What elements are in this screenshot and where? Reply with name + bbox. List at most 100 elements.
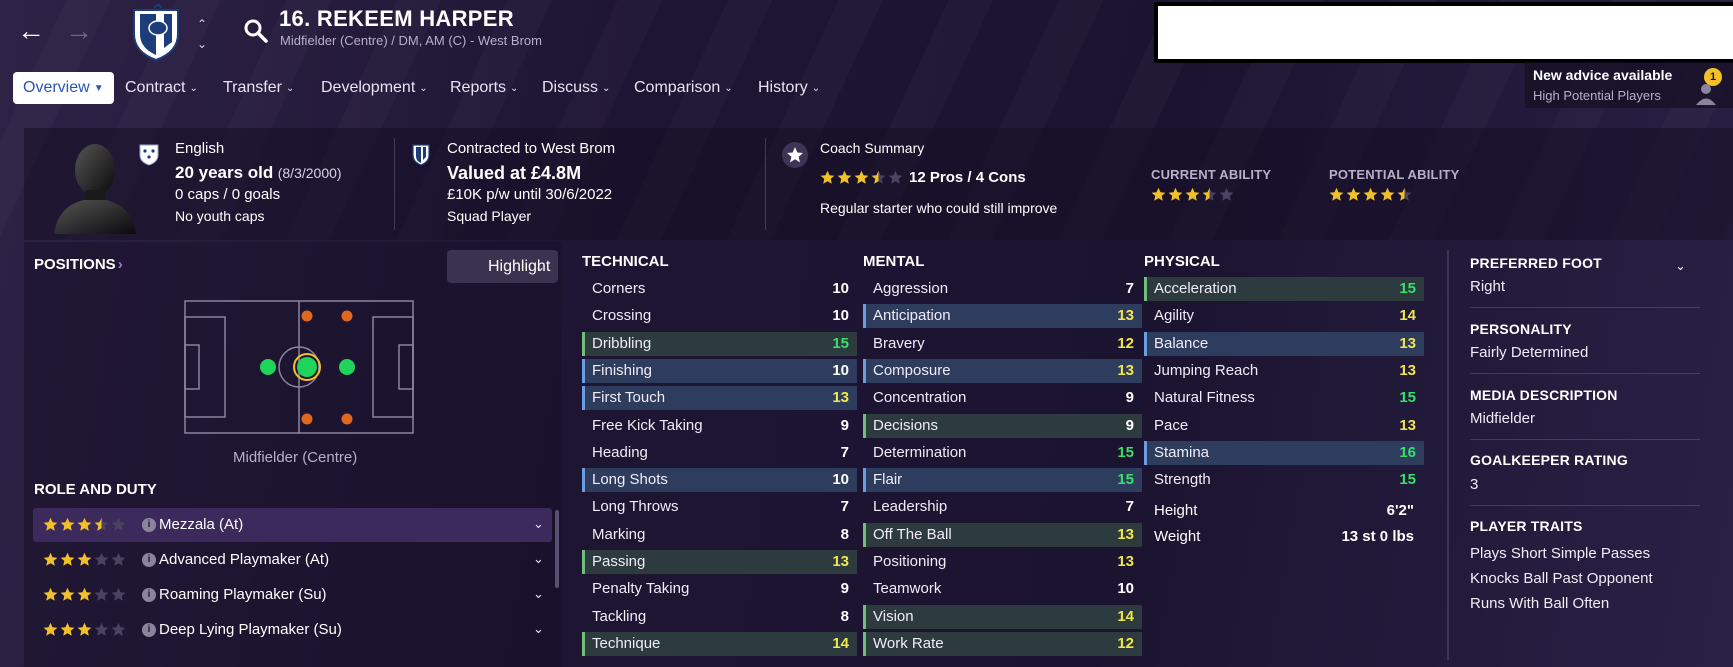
- attribute-row-penalty-taking[interactable]: Penalty Taking 9: [582, 577, 857, 601]
- attribute-row-agility[interactable]: Agility 14: [1144, 304, 1424, 328]
- info-icon[interactable]: i: [142, 518, 156, 532]
- player-trait[interactable]: Runs With Ball Often: [1470, 595, 1609, 612]
- attribute-row-passing[interactable]: Passing 13: [582, 550, 857, 574]
- attribute-value: 9: [1125, 416, 1134, 434]
- player-trait[interactable]: Plays Short Simple Passes: [1470, 545, 1650, 562]
- role-row-mezzala[interactable]: i Mezzala (At) ⌄: [33, 508, 552, 542]
- attribute-row-composure[interactable]: Composure 13: [863, 358, 1142, 383]
- attribute-row-corners[interactable]: Corners 10: [582, 277, 857, 301]
- chevron-down-icon[interactable]: ⌄: [533, 551, 544, 567]
- chevron-up-icon[interactable]: ⌃: [192, 14, 212, 34]
- star-icon: [1168, 187, 1183, 201]
- attribute-row-anticipation[interactable]: Anticipation 13: [863, 304, 1142, 329]
- attribute-row-dribbling[interactable]: Dribbling 15: [582, 331, 857, 356]
- attribute-row-bravery[interactable]: Bravery 12: [863, 332, 1142, 356]
- attribute-row-first-touch[interactable]: First Touch 13: [582, 386, 857, 411]
- attribute-name: Finishing: [592, 361, 653, 379]
- attribute-row-off-the-ball[interactable]: Off The Ball 13: [863, 522, 1142, 547]
- attribute-value: 13: [1117, 307, 1134, 325]
- attribute-row-free-kick-taking[interactable]: Free Kick Taking 9: [582, 414, 857, 438]
- star-icon: [1202, 187, 1217, 201]
- chevron-down-icon[interactable]: ⌄: [192, 34, 212, 54]
- tab-discuss[interactable]: Discuss ⌄: [542, 72, 610, 104]
- attribute-row-vision[interactable]: Vision 14: [863, 604, 1142, 629]
- advice-notification[interactable]: New advice available High Potential Play…: [1525, 62, 1733, 108]
- attribute-row-long-shots[interactable]: Long Shots 10: [582, 468, 857, 493]
- attribute-value: 13: [1399, 361, 1416, 379]
- chevron-down-icon[interactable]: ⌄: [533, 586, 544, 602]
- chevron-down-icon[interactable]: ⌄: [533, 516, 544, 532]
- arrow-right-icon[interactable]: →: [62, 14, 96, 48]
- attribute-row-jumping-reach[interactable]: Jumping Reach 13: [1144, 359, 1424, 383]
- tab-comparison[interactable]: Comparison ⌄: [634, 72, 733, 104]
- goalkeeper-rating-title: GOALKEEPER RATING: [1470, 452, 1628, 468]
- attribute-name: Natural Fitness: [1154, 389, 1255, 407]
- divider: [1470, 373, 1700, 374]
- star-icon: [94, 552, 109, 566]
- attribute-row-acceleration[interactable]: Acceleration 15: [1144, 277, 1424, 301]
- roles-scrollbar[interactable]: [555, 510, 559, 588]
- attribute-row-positioning[interactable]: Positioning 13: [863, 550, 1142, 574]
- pros-cons[interactable]: 12 Pros / 4 Cons: [909, 169, 1026, 186]
- info-icon[interactable]: i: [142, 588, 156, 602]
- chevron-down-icon[interactable]: ⌄: [1675, 258, 1686, 274]
- player-name: 16. REKEEM HARPER: [279, 6, 514, 31]
- attribute-row-determination[interactable]: Determination 15: [863, 441, 1142, 465]
- position-dot-mr: [301, 413, 313, 425]
- attribute-row-technique[interactable]: Technique 14: [582, 631, 857, 656]
- attribute-row-leadership[interactable]: Leadership 7: [863, 495, 1142, 519]
- info-icon[interactable]: i: [142, 623, 156, 637]
- star-icon: [94, 587, 109, 601]
- chevron-down-icon[interactable]: ⌄: [533, 621, 544, 637]
- tab-transfer[interactable]: Transfer ⌄: [223, 72, 294, 104]
- tab-contract[interactable]: Contract ⌄: [125, 72, 198, 104]
- attribute-row-marking[interactable]: Marking 8: [582, 523, 857, 547]
- attribute-row-natural-fitness[interactable]: Natural Fitness 15: [1144, 386, 1424, 410]
- attribute-row-pace[interactable]: Pace 13: [1144, 414, 1424, 438]
- attribute-row-work-rate[interactable]: Work Rate 12: [863, 631, 1142, 656]
- attribute-value: 9: [840, 416, 849, 434]
- role-row-deep-lying-playmaker[interactable]: i Deep Lying Playmaker (Su) ⌄: [33, 613, 552, 647]
- attribute-name: Crossing: [592, 307, 652, 325]
- tab-overview[interactable]: Overview ▼: [13, 72, 114, 104]
- player-trait[interactable]: Knocks Ball Past Opponent: [1470, 570, 1653, 587]
- mental-title: MENTAL: [863, 253, 925, 270]
- attribute-row-finishing[interactable]: Finishing 10: [582, 358, 857, 383]
- potential-ability-stars: [1329, 187, 1414, 205]
- club-crest-icon[interactable]: [128, 4, 184, 62]
- attribute-row-stamina[interactable]: Stamina 16: [1144, 440, 1424, 465]
- info-icon[interactable]: i: [142, 553, 156, 567]
- attribute-row-decisions[interactable]: Decisions 9: [863, 413, 1142, 438]
- attribute-row-aggression[interactable]: Aggression 7: [863, 277, 1142, 301]
- attribute-row-tackling[interactable]: Tackling 8: [582, 605, 857, 629]
- tab-history[interactable]: History ⌄: [758, 72, 820, 104]
- role-row-roaming-playmaker[interactable]: i Roaming Playmaker (Su) ⌄: [33, 578, 552, 612]
- star-icon: [111, 552, 126, 566]
- attribute-name: Agility: [1154, 307, 1195, 325]
- highlight-dropdown[interactable]: Highlight ⌄: [447, 250, 558, 283]
- star-icon: [888, 170, 903, 184]
- technical-title: TECHNICAL: [582, 253, 669, 270]
- star-icon: [111, 622, 126, 636]
- attribute-row-heading[interactable]: Heading 7: [582, 441, 857, 465]
- attribute-row-concentration[interactable]: Concentration 9: [863, 386, 1142, 410]
- attribute-value: 10: [1117, 580, 1134, 598]
- tab-reports[interactable]: Reports ⌄: [450, 72, 518, 104]
- attribute-row-flair[interactable]: Flair 15: [863, 468, 1142, 493]
- attribute-row-balance[interactable]: Balance 13: [1144, 331, 1424, 356]
- tab-development[interactable]: Development ⌄: [321, 72, 428, 104]
- star-icon: [60, 622, 75, 636]
- positions-title[interactable]: POSITIONS ›: [34, 256, 123, 273]
- attribute-row-crossing[interactable]: Crossing 10: [582, 304, 857, 328]
- star-icon: [77, 587, 92, 601]
- attribute-row-long-throws[interactable]: Long Throws 7: [582, 495, 857, 519]
- role-stars: [43, 552, 128, 570]
- attribute-row-teamwork[interactable]: Teamwork 10: [863, 577, 1142, 601]
- attribute-name: Balance: [1154, 334, 1209, 352]
- player-switch-arrows[interactable]: ⌃ ⌄: [192, 14, 212, 54]
- search-icon[interactable]: [243, 18, 269, 44]
- role-row-advanced-playmaker[interactable]: i Advanced Playmaker (At) ⌄: [33, 543, 552, 577]
- attribute-row-strength[interactable]: Strength 15: [1144, 468, 1424, 492]
- arrow-left-icon[interactable]: ←: [14, 14, 48, 48]
- player-value: Valued at £4.8M: [447, 163, 582, 183]
